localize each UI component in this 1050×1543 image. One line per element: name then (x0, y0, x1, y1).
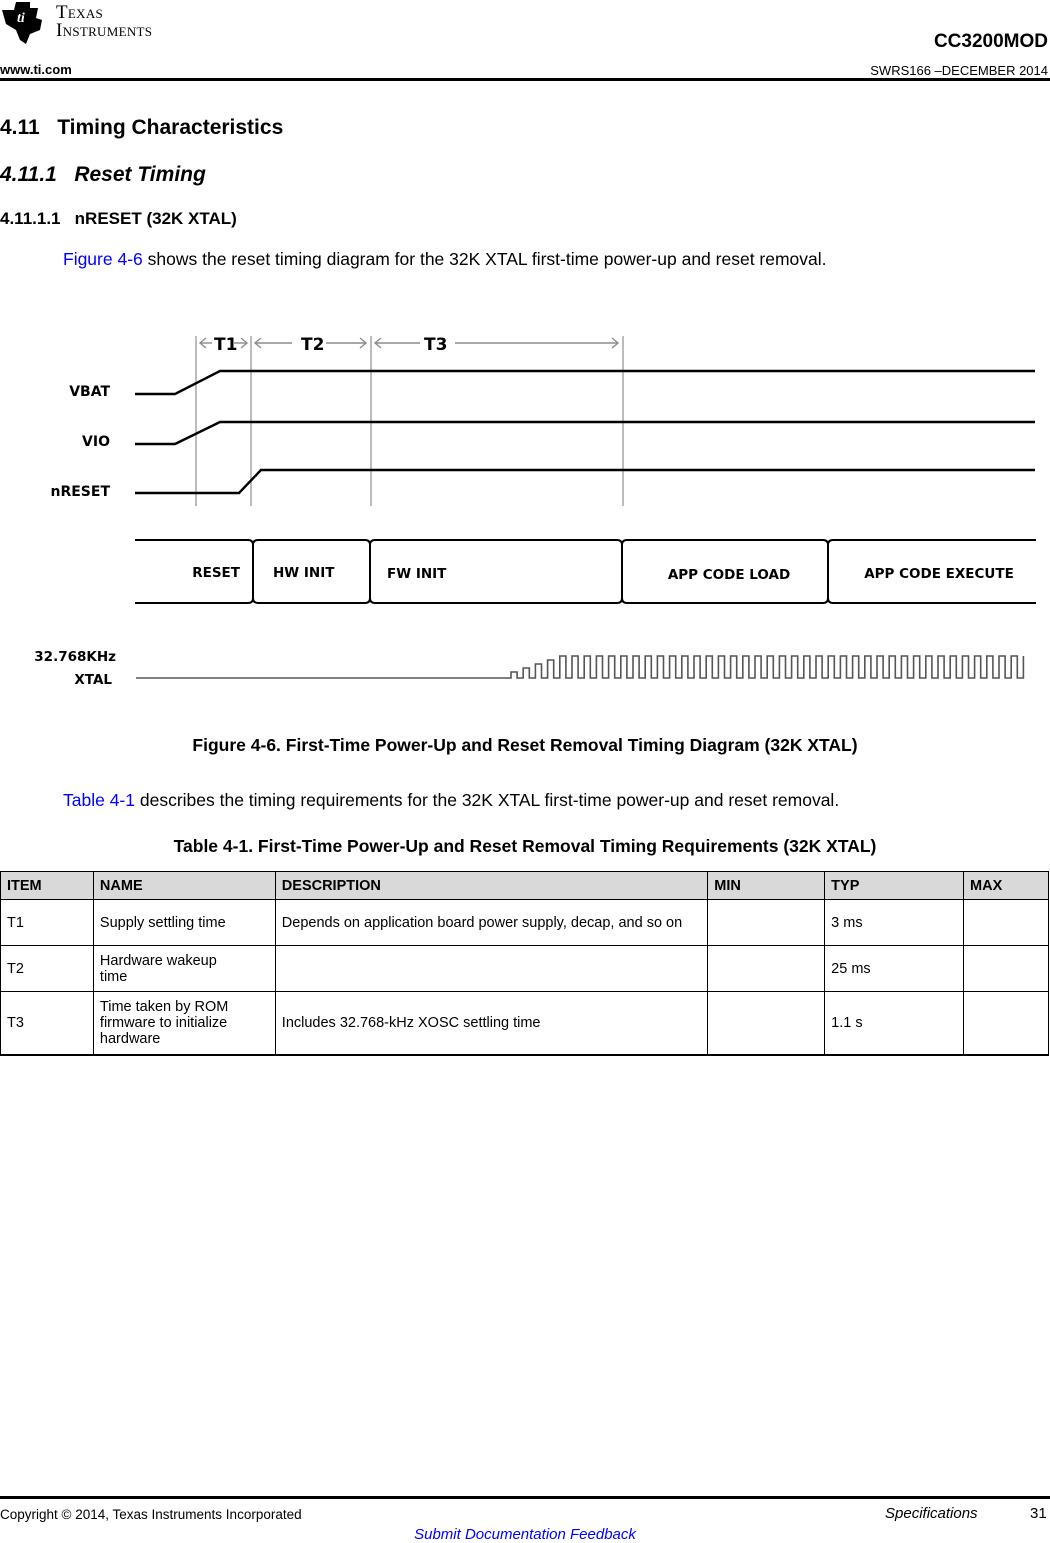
phase-label-hw-init: HW INIT (273, 565, 335, 581)
cell-description (274, 945, 709, 992)
interval-label-t1: T1 (214, 335, 237, 355)
doc-number: SWRS166 –DECEMBER 2014 (870, 63, 1048, 78)
intro-paragraph: Figure 4-6 shows the reset timing diagra… (63, 249, 827, 270)
intro-text: shows the reset timing diagram for the 3… (142, 249, 827, 269)
timing-requirements-table: ITEM NAME DESCRIPTION MIN TYP MAX T1 Sup… (0, 871, 1049, 1056)
cell-name: Hardware wakeup time (92, 945, 276, 992)
header-rule (0, 78, 1050, 81)
table-caption: Table 4-1. First-Time Power-Up and Reset… (173, 836, 877, 856)
xtal-clock-waveform (136, 655, 1025, 679)
subsubsection-heading: 4.11.1.1 nRESET (32K XTAL) (0, 209, 237, 228)
ti-logo-icon: ti (2, 2, 42, 44)
vio-waveform (135, 420, 1035, 446)
clock-label-freq: 32.768KHz (34, 649, 116, 665)
interval-label-t3: T3 (424, 335, 447, 355)
cell-name: Time taken by ROM firmware to initialize… (92, 991, 276, 1056)
figure-caption: Figure 4-6. First-Time Power-Up and Rese… (192, 735, 858, 755)
phase-label-app-code-execute: APP CODE EXECUTE (864, 566, 1014, 582)
signal-label-nreset: nRESET (50, 484, 110, 500)
nreset-waveform (135, 468, 1035, 495)
table-row: T3 Time taken by ROM firmware to initial… (0, 991, 1049, 1056)
table-row: T1 Supply settling time Depends on appli… (0, 899, 1049, 946)
cell-min (707, 945, 826, 992)
table-intro-paragraph: Table 4-1 describes the timing requireme… (63, 790, 839, 811)
subsection-heading: 4.11.1 Reset Timing (0, 163, 206, 186)
copyright: Copyright © 2014, Texas Instruments Inco… (0, 1507, 302, 1522)
footer-section-name: Specifications (885, 1505, 978, 1522)
interval-label-t2: T2 (301, 335, 324, 355)
phase-label-fw-init: FW INIT (387, 566, 447, 582)
cell-description: Includes 32.768-kHz XOSC settling time (274, 991, 709, 1056)
footer-rule (0, 1496, 1050, 1499)
timing-diagram: T1 T2 T3 VBAT VIO nRESET RESET HW INIT F… (34, 335, 1036, 688)
website-link[interactable]: www.ti.com (0, 62, 72, 77)
cell-max (963, 945, 1049, 992)
table-intro-text: describes the timing requirements for th… (135, 790, 840, 810)
cell-description: Depends on application board power suppl… (274, 899, 709, 946)
cell-item: T1 (0, 899, 94, 946)
svg-text:ti: ti (17, 11, 25, 26)
figure-link[interactable]: Figure 4-6 (63, 249, 143, 269)
page-number: 31 (1030, 1505, 1047, 1522)
table-link[interactable]: Table 4-1 (63, 790, 135, 810)
cell-typ: 1.1 s (824, 991, 965, 1056)
section-heading: 4.11 Timing Characteristics (0, 116, 284, 139)
clock-label-xtal: XTAL (74, 672, 112, 688)
cell-item: T2 (0, 945, 94, 992)
interval-arrows (198, 337, 620, 349)
col-header-typ: TYP (824, 871, 965, 900)
document-id: CC3200MOD (933, 31, 1048, 52)
logo-line-2: Instruments (56, 20, 153, 41)
cell-typ: 3 ms (824, 899, 965, 946)
signal-waveforms (135, 369, 1035, 495)
cell-item: T3 (0, 991, 94, 1056)
col-header-description: DESCRIPTION (274, 871, 709, 900)
table-header-row: ITEM NAME DESCRIPTION MIN TYP MAX (0, 871, 1049, 900)
submit-feedback-link[interactable]: Submit Documentation Feedback (0, 1526, 1050, 1543)
cell-name: Supply settling time (92, 899, 276, 946)
phase-label-app-code-load: APP CODE LOAD (668, 567, 790, 583)
vbat-waveform (135, 369, 1035, 396)
col-header-min: MIN (707, 871, 826, 900)
cell-min (707, 899, 826, 946)
logo-wordmark: Texas Instruments (56, 3, 153, 41)
col-header-max: MAX (963, 871, 1049, 900)
col-header-name: NAME (92, 871, 276, 900)
cell-max (963, 899, 1049, 946)
col-header-item: ITEM (0, 871, 94, 900)
signal-label-vio: VIO (82, 434, 110, 450)
cell-max (963, 991, 1049, 1056)
signal-label-vbat: VBAT (69, 384, 110, 400)
cell-min (707, 991, 826, 1056)
table-row: T2 Hardware wakeup time 25 ms (0, 945, 1049, 992)
cell-typ: 25 ms (824, 945, 965, 992)
phase-label-reset: RESET (192, 565, 241, 581)
